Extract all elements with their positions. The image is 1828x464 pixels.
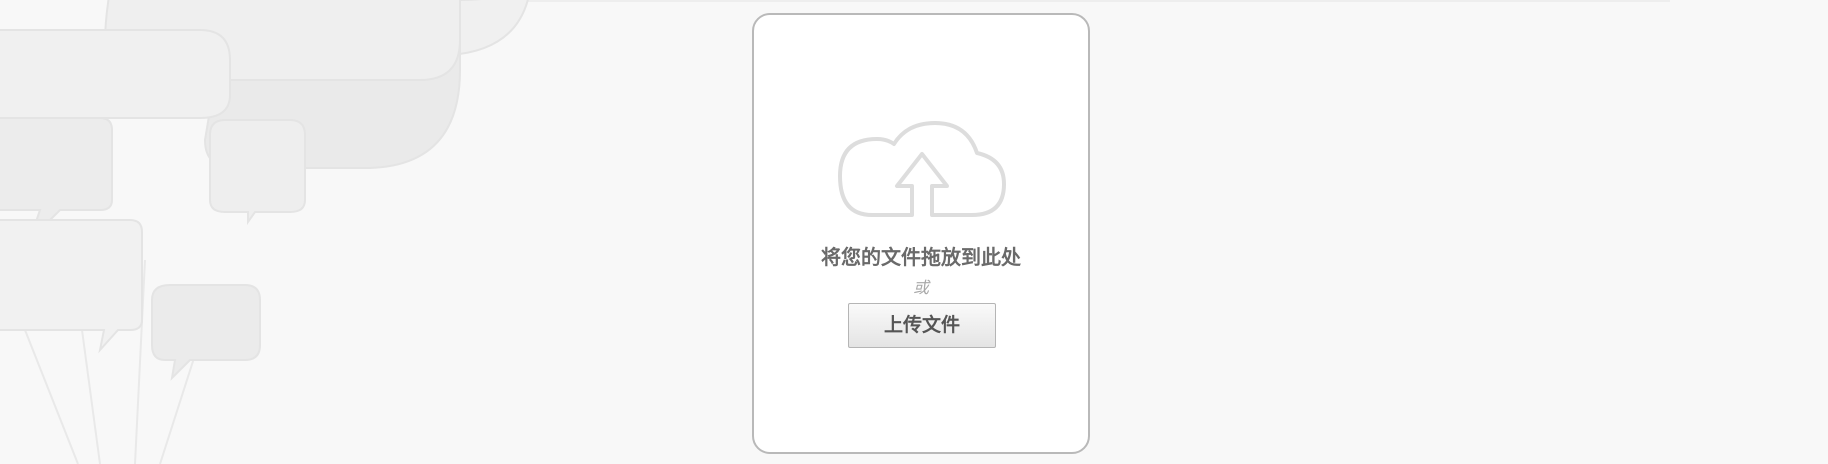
- upload-page: 将您的文件拖放到此处 或 上传文件: [0, 0, 1828, 464]
- or-separator-text: 或: [912, 278, 929, 297]
- drop-instruction-text: 将您的文件拖放到此处: [821, 245, 1021, 269]
- speech-bubbles-decoration: [0, 0, 529, 464]
- cloud-upload-icon: [838, 121, 1006, 217]
- upload-file-button[interactable]: 上传文件: [848, 303, 996, 348]
- speech-bubbles: [0, 0, 529, 381]
- file-dropzone[interactable]: 将您的文件拖放到此处 或 上传文件: [752, 13, 1090, 454]
